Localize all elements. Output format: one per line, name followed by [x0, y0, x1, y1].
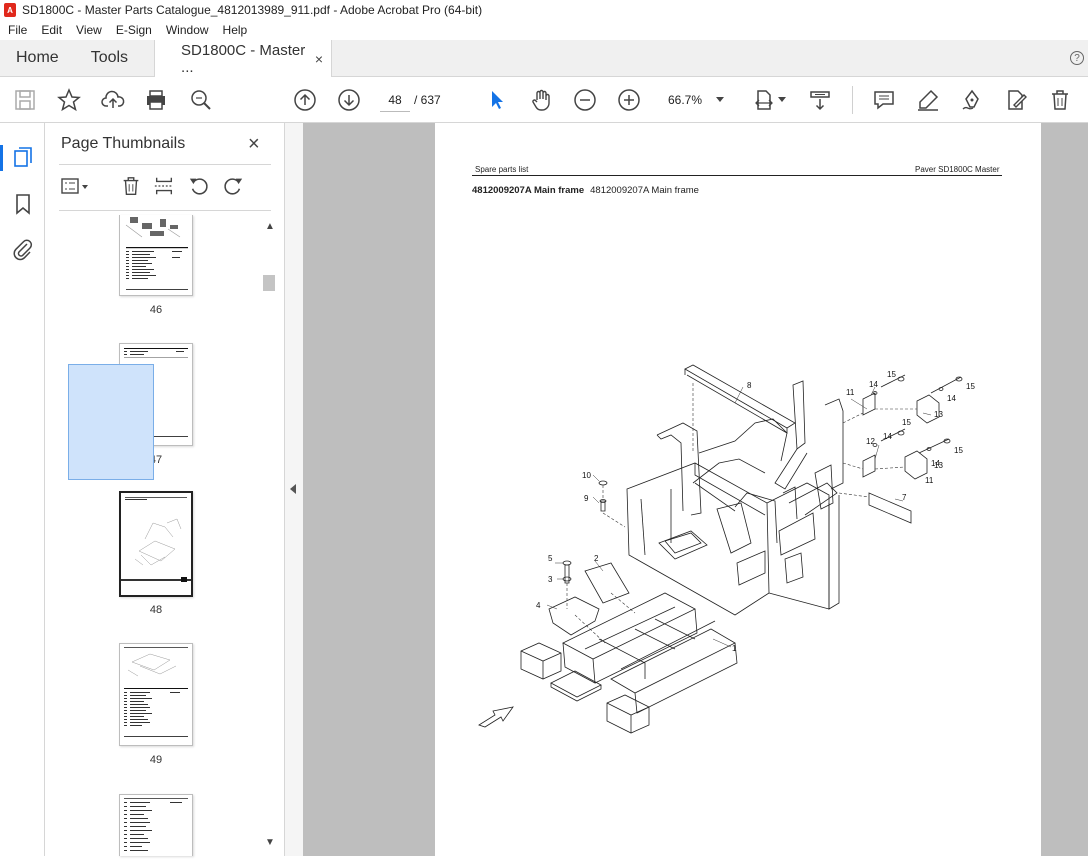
collapse-panel-icon[interactable] — [290, 484, 296, 494]
menu-window[interactable]: Window — [159, 23, 216, 37]
title-bar: A SD1800C - Master Parts Catalogue_48120… — [0, 0, 1088, 20]
tab-home[interactable]: Home — [0, 40, 75, 76]
thumbnail-page-49[interactable] — [119, 643, 193, 746]
edit-pdf-icon[interactable] — [1004, 88, 1028, 112]
callout-14b: 14 — [947, 394, 956, 403]
thumbnail-page-48[interactable] — [119, 491, 193, 597]
tab-tools[interactable]: Tools — [75, 40, 144, 76]
left-rail — [0, 123, 45, 856]
zoom-level[interactable]: 66.7% — [668, 93, 702, 107]
window-title: SD1800C - Master Parts Catalogue_4812013… — [22, 3, 483, 17]
tab-close-icon[interactable]: × — [315, 51, 323, 67]
callout-3: 3 — [548, 575, 553, 584]
zoom-out-icon[interactable] — [573, 88, 597, 112]
upload-cloud-icon[interactable] — [101, 88, 125, 112]
thumbnail-label-46: 46 — [149, 304, 163, 316]
menu-esign[interactable]: E-Sign — [109, 23, 159, 37]
thumbnail-scrollbar[interactable] — [262, 218, 276, 856]
save-icon[interactable] — [13, 88, 37, 112]
rail-active-indicator — [0, 145, 3, 171]
rotate-right-icon[interactable] — [222, 175, 244, 197]
callout-15b: 15 — [966, 382, 975, 391]
thumbnail-options-icon[interactable] — [61, 175, 88, 197]
callout-7: 7 — [902, 493, 907, 502]
tab-document[interactable]: SD1800C - Master ... × — [154, 40, 333, 78]
page-fit-dropdown-icon[interactable] — [778, 97, 786, 102]
attachment-icon[interactable] — [11, 237, 35, 261]
tab-document-label: SD1800C - Master ... — [181, 42, 306, 76]
sign-pen-icon[interactable] — [960, 88, 984, 112]
callout-13: 13 — [934, 410, 943, 419]
previous-page-icon[interactable] — [293, 88, 317, 112]
next-page-icon[interactable] — [337, 88, 361, 112]
help-icon[interactable]: ? — [1070, 51, 1084, 65]
panel-divider — [59, 210, 271, 211]
delete-page-icon[interactable] — [120, 175, 142, 197]
panel-divider — [59, 164, 271, 165]
callout-12: 12 — [866, 437, 875, 446]
highlight-pen-icon[interactable] — [916, 88, 940, 112]
thumbnail-page-46[interactable] — [119, 215, 193, 296]
page-total: / 637 — [414, 93, 441, 107]
rotate-left-icon[interactable] — [188, 175, 210, 197]
callout-15: 15 — [887, 370, 896, 379]
thumbnail-label-48: 48 — [149, 604, 163, 616]
menu-file[interactable]: File — [0, 23, 34, 37]
page-fit-icon[interactable] — [753, 88, 777, 112]
callout-8: 8 — [747, 381, 752, 390]
panel-close-icon[interactable]: × — [248, 133, 260, 156]
thumbnail-page-50[interactable] — [119, 794, 193, 856]
callout-9: 9 — [584, 494, 589, 503]
search-icon[interactable] — [189, 88, 213, 112]
tab-bar: Home Tools SD1800C - Master ... × ? — [0, 40, 1088, 78]
scroll-down-icon[interactable]: ▼ — [265, 837, 275, 848]
callout-11b: 11 — [925, 476, 934, 485]
callout-1: 1 — [732, 644, 737, 653]
menu-bar: File Edit View E-Sign Window Help — [0, 20, 1088, 40]
zoom-dropdown-icon[interactable] — [716, 97, 724, 102]
select-cursor-icon[interactable] — [485, 88, 509, 112]
menu-edit[interactable]: Edit — [34, 23, 69, 37]
bookmark-icon[interactable] — [11, 192, 35, 216]
page-thumbnails-icon[interactable] — [11, 145, 35, 169]
print-icon[interactable] — [144, 88, 168, 112]
thumbnail-selection — [68, 364, 154, 480]
delete-icon[interactable] — [1048, 88, 1072, 112]
parts-diagram: 1 2 3 4 5 7 8 9 10 11 11 12 13 13 14 14 … — [478, 364, 975, 734]
panel-title: Page Thumbnails — [61, 135, 186, 152]
callout-10: 10 — [582, 471, 591, 480]
zoom-in-icon[interactable] — [617, 88, 641, 112]
acrobat-app-icon: A — [4, 3, 16, 17]
callout-2: 2 — [594, 554, 599, 563]
page-number-input[interactable]: 48 — [380, 88, 410, 112]
callout-15c: 15 — [902, 418, 911, 427]
scroll-mode-icon[interactable] — [808, 88, 832, 112]
callout-14: 14 — [869, 380, 878, 389]
callout-14c: 14 — [883, 432, 892, 441]
hand-tool-icon[interactable] — [529, 88, 553, 112]
callout-4: 4 — [536, 601, 541, 610]
callout-14d: 14 — [931, 459, 940, 468]
menu-view[interactable]: View — [69, 23, 109, 37]
callout-5: 5 — [548, 554, 553, 563]
toolbar-separator — [852, 86, 853, 114]
scroll-up-icon[interactable]: ▲ — [265, 221, 275, 232]
thumbnail-label-49: 49 — [149, 754, 163, 766]
extract-page-icon[interactable] — [153, 175, 175, 197]
comment-icon[interactable] — [872, 88, 896, 112]
scroll-thumb[interactable] — [263, 275, 275, 291]
star-icon[interactable] — [57, 88, 81, 112]
callout-11: 11 — [846, 388, 855, 397]
callout-15d: 15 — [954, 446, 963, 455]
menu-help[interactable]: Help — [216, 23, 255, 37]
